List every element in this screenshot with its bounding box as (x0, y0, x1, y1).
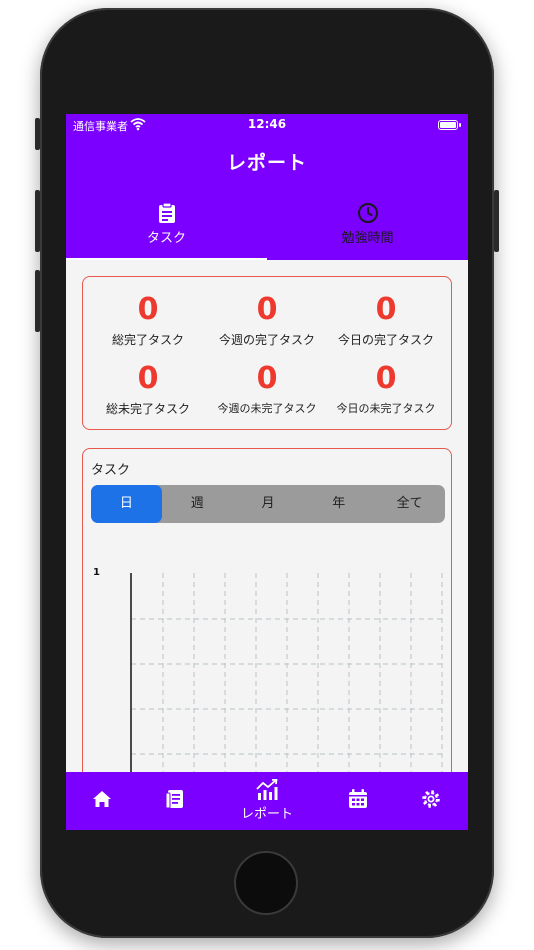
stat-label: 今日の完了タスク (337, 333, 434, 347)
clipboard-icon (158, 202, 175, 223)
mute-switch (35, 118, 40, 150)
calendar-icon (349, 789, 367, 808)
stat-label: 今日の未完了タスク (336, 402, 436, 415)
stat-value: 0 (256, 292, 278, 327)
page-title: レポート (226, 152, 307, 174)
period-segmented-control: 日 週 月 年 全て (91, 485, 445, 523)
stat-value: 0 (375, 361, 397, 396)
volume-down-button (35, 270, 40, 332)
app-screen: 通信事業者 12:46 レポート タスク 勉強時間 0 総完了タスク 0 今週の… (66, 114, 468, 830)
home-button[interactable] (234, 851, 298, 915)
tab-study-time-label: 勉強時間 (341, 231, 394, 246)
status-time: 12:46 (247, 117, 287, 131)
power-button (494, 190, 499, 252)
chart-icon (256, 779, 278, 800)
stat-value: 0 (137, 361, 159, 396)
tab-study-time[interactable]: 勉強時間 (267, 198, 468, 260)
chart-grid (131, 573, 445, 775)
bottom-nav: レポート (66, 772, 468, 830)
stat-today-completed: 0 今日の完了タスク (325, 293, 447, 348)
nav-settings[interactable] (395, 772, 467, 830)
stat-label: 今週の完了タスク (218, 333, 315, 347)
home-icon (93, 791, 111, 807)
tab-task-label: タスク (146, 231, 186, 246)
clock-icon (357, 203, 378, 223)
stat-week-completed: 0 今週の完了タスク (206, 293, 328, 348)
status-bar: 通信事業者 12:46 (66, 114, 468, 136)
active-tab-indicator (66, 258, 267, 260)
stat-label: 総未完了タスク (105, 402, 190, 416)
stat-week-incomplete: 0 今週の未完了タスク (206, 362, 328, 416)
gear-icon (422, 790, 440, 808)
tab-task[interactable]: タスク (66, 198, 267, 260)
stat-label: 今週の未完了タスク (217, 402, 317, 415)
volume-up-button (35, 190, 40, 252)
segment-day[interactable]: 日 (91, 485, 162, 523)
segment-week[interactable]: 週 (162, 485, 233, 523)
stat-value: 0 (375, 292, 397, 327)
stat-value: 0 (137, 292, 159, 327)
battery-icon (438, 120, 461, 130)
nav-report[interactable]: レポート (231, 772, 303, 830)
app-header: レポート タスク 勉強時間 (66, 136, 468, 260)
nav-calendar[interactable] (322, 772, 394, 830)
document-icon (165, 790, 183, 809)
stat-label: 総完了タスク (111, 333, 184, 347)
chart-title: タスク (91, 463, 131, 478)
stat-today-incomplete: 0 今日の未完了タスク (325, 362, 447, 416)
stat-value: 0 (256, 361, 278, 396)
stat-total-incomplete: 0 総未完了タスク (87, 362, 209, 417)
y-tick-label: 1 (93, 567, 100, 578)
segment-month[interactable]: 月 (233, 485, 304, 523)
segment-year[interactable]: 年 (303, 485, 374, 523)
nav-report-label: レポート (240, 807, 293, 822)
summary-card: 0 総完了タスク 0 今週の完了タスク 0 今日の完了タスク 0 総未完了タスク… (82, 276, 452, 430)
nav-records[interactable] (139, 772, 211, 830)
task-chart: 1 (93, 567, 445, 775)
segment-all[interactable]: 全て (374, 485, 445, 523)
stat-total-completed: 0 総完了タスク (87, 293, 209, 348)
nav-home[interactable] (66, 772, 138, 830)
